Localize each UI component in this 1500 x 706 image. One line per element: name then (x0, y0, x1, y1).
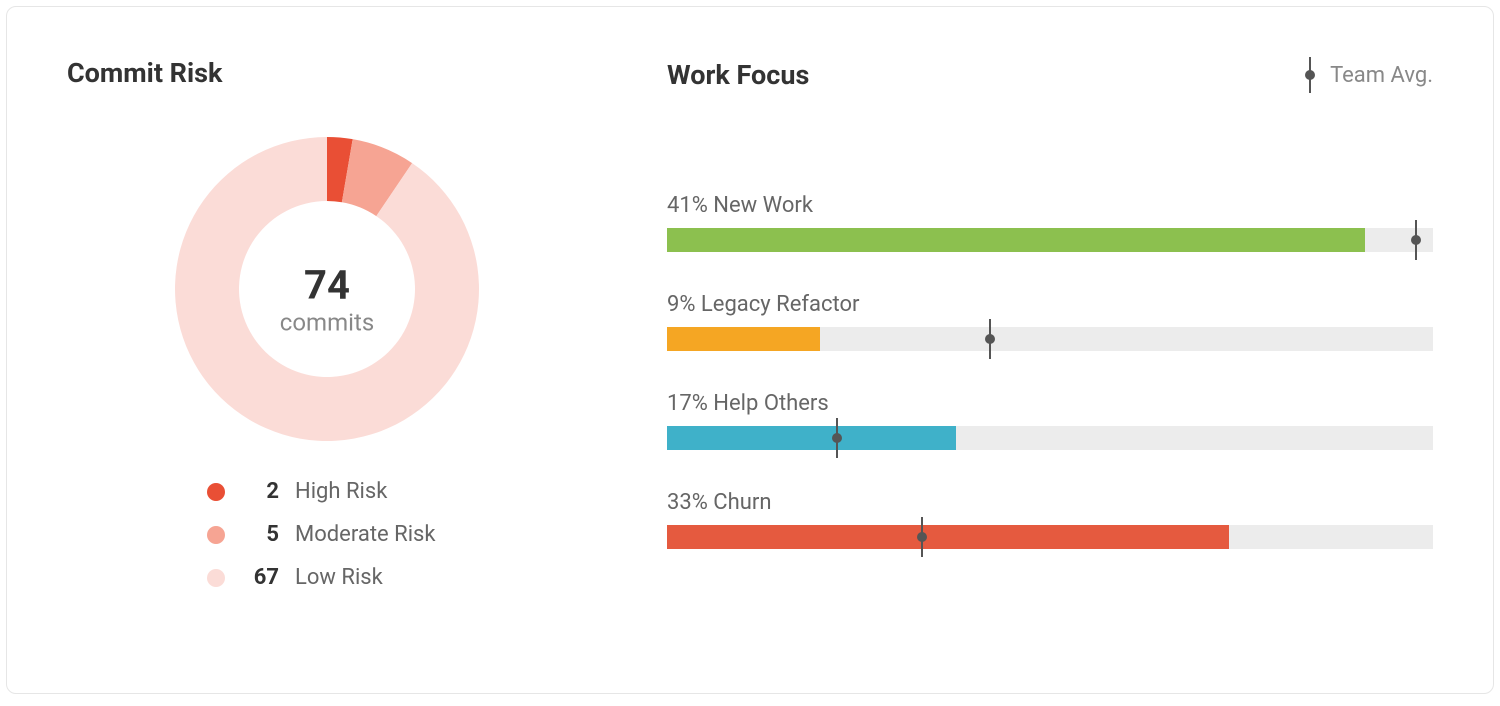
legend-dot-icon (207, 483, 225, 501)
legend-row-low: 67 Low Risk (207, 565, 587, 590)
bar-fill (667, 228, 1365, 252)
bar-group-legacy-refactor: 9% Legacy Refactor (667, 292, 1433, 351)
legend-dot-icon (207, 526, 225, 544)
legend-label: Moderate Risk (295, 522, 436, 547)
bar-fill (667, 525, 1229, 549)
team-avg-marker-icon (1410, 220, 1422, 260)
commit-risk-panel: Commit Risk 74 commits 2 High Risk 5 Modera… (67, 57, 587, 653)
bar-track (667, 228, 1433, 252)
team-avg-marker-icon (831, 418, 843, 458)
work-focus-title: Work Focus (667, 59, 809, 91)
commit-total-unit: commits (280, 309, 374, 337)
legend-count: 2 (245, 479, 279, 504)
team-avg-legend: Team Avg. (1304, 57, 1433, 93)
donut-center-label: 74 commits (280, 262, 374, 337)
bar-label: 33% Churn (667, 490, 1433, 515)
dashboard-card: Commit Risk 74 commits 2 High Risk 5 Modera… (6, 6, 1494, 694)
legend-label: Low Risk (295, 565, 383, 590)
legend-count: 5 (245, 522, 279, 547)
team-avg-label: Team Avg. (1330, 63, 1433, 88)
bar-label: 9% Legacy Refactor (667, 292, 1433, 317)
bar-track (667, 525, 1433, 549)
commit-risk-title: Commit Risk (67, 57, 587, 89)
legend-dot-icon (207, 569, 225, 587)
legend-count: 67 (245, 565, 279, 590)
legend-label: High Risk (295, 479, 387, 504)
bar-track (667, 426, 1433, 450)
bar-label: 41% New Work (667, 193, 1433, 218)
team-avg-marker-icon (1304, 57, 1316, 93)
legend-row-high: 2 High Risk (207, 479, 587, 504)
commit-total-count: 74 (280, 262, 374, 309)
bar-label: 17% Help Others (667, 391, 1433, 416)
bar-group-churn: 33% Churn (667, 490, 1433, 549)
bar-group-new-work: 41% New Work (667, 193, 1433, 252)
commit-risk-legend: 2 High Risk 5 Moderate Risk 67 Low Risk (207, 479, 587, 590)
commit-risk-donut: 74 commits (67, 129, 587, 469)
team-avg-marker-icon (984, 319, 996, 359)
bar-fill (667, 426, 956, 450)
work-focus-bars: 41% New Work 9% Legacy Refactor 17% Help O… (667, 193, 1433, 549)
team-avg-marker-icon (916, 517, 928, 557)
work-focus-panel: Work Focus Team Avg. 41% New Work 9% Lega… (667, 57, 1433, 653)
legend-row-moderate: 5 Moderate Risk (207, 522, 587, 547)
bar-group-help-others: 17% Help Others (667, 391, 1433, 450)
bar-fill (667, 327, 820, 351)
bar-track (667, 327, 1433, 351)
